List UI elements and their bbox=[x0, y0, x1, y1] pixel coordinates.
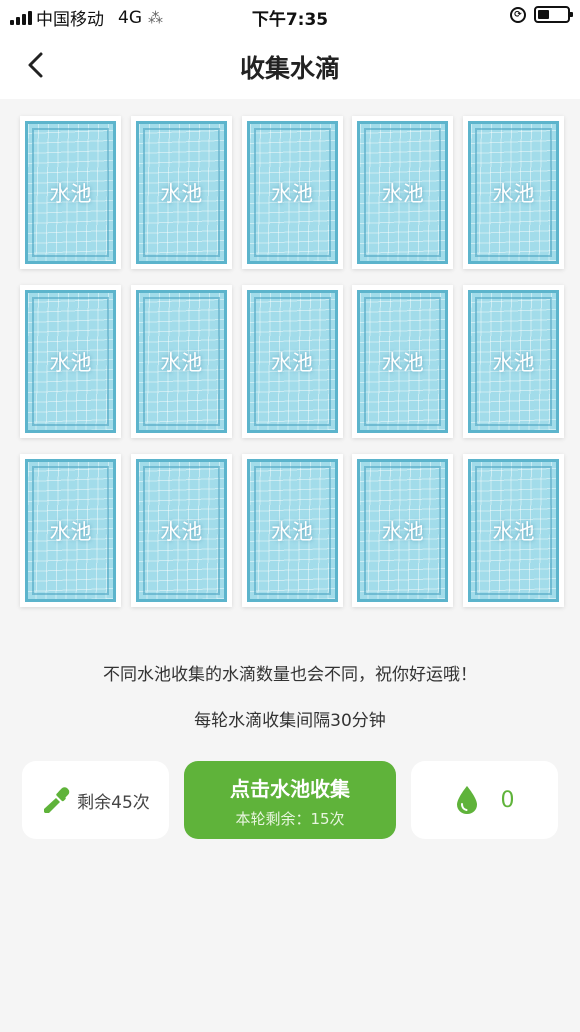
pool-image: 水池 bbox=[135, 290, 227, 433]
pool-card[interactable]: 水池 bbox=[20, 285, 121, 438]
pool-label: 水池 bbox=[271, 181, 313, 206]
navigation-bar: 收集水滴 bbox=[0, 32, 580, 99]
page-title: 收集水滴 bbox=[239, 54, 340, 83]
pool-image: 水池 bbox=[357, 290, 449, 433]
pool-label: 水池 bbox=[381, 181, 424, 206]
remaining-tries-label: 剩余45次 bbox=[77, 792, 150, 813]
pool-image: 水池 bbox=[468, 290, 559, 433]
pool-label: 水池 bbox=[492, 350, 535, 375]
pool-label: 水池 bbox=[381, 350, 424, 375]
water-drop-count-card: 0 bbox=[411, 761, 558, 839]
interval-text: 每轮水滴收集间隔30分钟 bbox=[194, 711, 386, 731]
pool-image: 水池 bbox=[25, 290, 116, 433]
pool-label: 水池 bbox=[49, 181, 92, 206]
pool-label: 水池 bbox=[49, 350, 92, 375]
pool-card[interactable]: 水池 bbox=[130, 116, 232, 269]
pool-image: 水池 bbox=[25, 121, 116, 264]
pool-card[interactable]: 水池 bbox=[352, 116, 454, 269]
pool-label: 水池 bbox=[160, 181, 203, 206]
pool-card[interactable]: 水池 bbox=[463, 285, 564, 438]
pool-image: 水池 bbox=[246, 459, 338, 602]
pool-image: 水池 bbox=[246, 290, 338, 433]
pool-card[interactable]: 水池 bbox=[463, 454, 564, 607]
status-time: 下午7:35 bbox=[251, 10, 329, 30]
water-drop-icon bbox=[456, 786, 477, 814]
pool-image: 水池 bbox=[135, 121, 227, 264]
pool-grid: 水池 水池 水池 水池 水池 水池 水池 水池 水池 水池 水池 水池 水池 水池 水池 bbox=[20, 116, 564, 607]
pool-label: 水池 bbox=[160, 519, 203, 544]
pool-card[interactable]: 水池 bbox=[241, 116, 343, 269]
battery-icon bbox=[534, 6, 573, 23]
water-drop-count: 0 bbox=[500, 787, 515, 813]
pool-image: 水池 bbox=[357, 459, 449, 602]
pool-card[interactable]: 水池 bbox=[352, 285, 454, 438]
collect-button-title: 点击水池收集 bbox=[230, 777, 350, 801]
pool-label: 水池 bbox=[160, 350, 203, 375]
pool-label: 水池 bbox=[49, 519, 92, 544]
pool-card[interactable]: 水池 bbox=[241, 285, 343, 438]
pool-image: 水池 bbox=[468, 459, 559, 602]
status-bar: 中国移动 4G ⁂ 下午7:35 ⟳ bbox=[0, 0, 580, 32]
pool-label: 水池 bbox=[381, 519, 424, 544]
pool-image: 水池 bbox=[357, 121, 449, 264]
pool-image: 水池 bbox=[468, 121, 559, 264]
pool-image: 水池 bbox=[135, 459, 227, 602]
status-right: ⟳ bbox=[510, 6, 573, 23]
rotation-lock-icon: ⟳ bbox=[510, 6, 526, 23]
tip-text: 不同水池收集的水滴数量也会不同，祝你好运哦！ bbox=[103, 665, 477, 685]
remaining-tries-card[interactable]: 剩余45次 bbox=[22, 761, 169, 839]
round-remaining-label: 本轮剩余：15次 bbox=[235, 810, 345, 828]
collect-button[interactable]: 点击水池收集 本轮剩余：15次 bbox=[184, 761, 396, 839]
pool-label: 水池 bbox=[271, 350, 313, 375]
pool-card[interactable]: 水池 bbox=[20, 116, 121, 269]
pool-label: 水池 bbox=[492, 181, 535, 206]
pool-image: 水池 bbox=[25, 459, 116, 602]
pool-card[interactable]: 水池 bbox=[20, 454, 121, 607]
pool-card[interactable]: 水池 bbox=[352, 454, 454, 607]
dropper-icon bbox=[44, 787, 70, 813]
pool-card[interactable]: 水池 bbox=[130, 285, 232, 438]
pool-label: 水池 bbox=[271, 519, 313, 544]
pool-card[interactable]: 水池 bbox=[241, 454, 343, 607]
pool-card[interactable]: 水池 bbox=[130, 454, 232, 607]
pool-image: 水池 bbox=[246, 121, 338, 264]
pool-card[interactable]: 水池 bbox=[463, 116, 564, 269]
pool-label: 水池 bbox=[492, 519, 535, 544]
